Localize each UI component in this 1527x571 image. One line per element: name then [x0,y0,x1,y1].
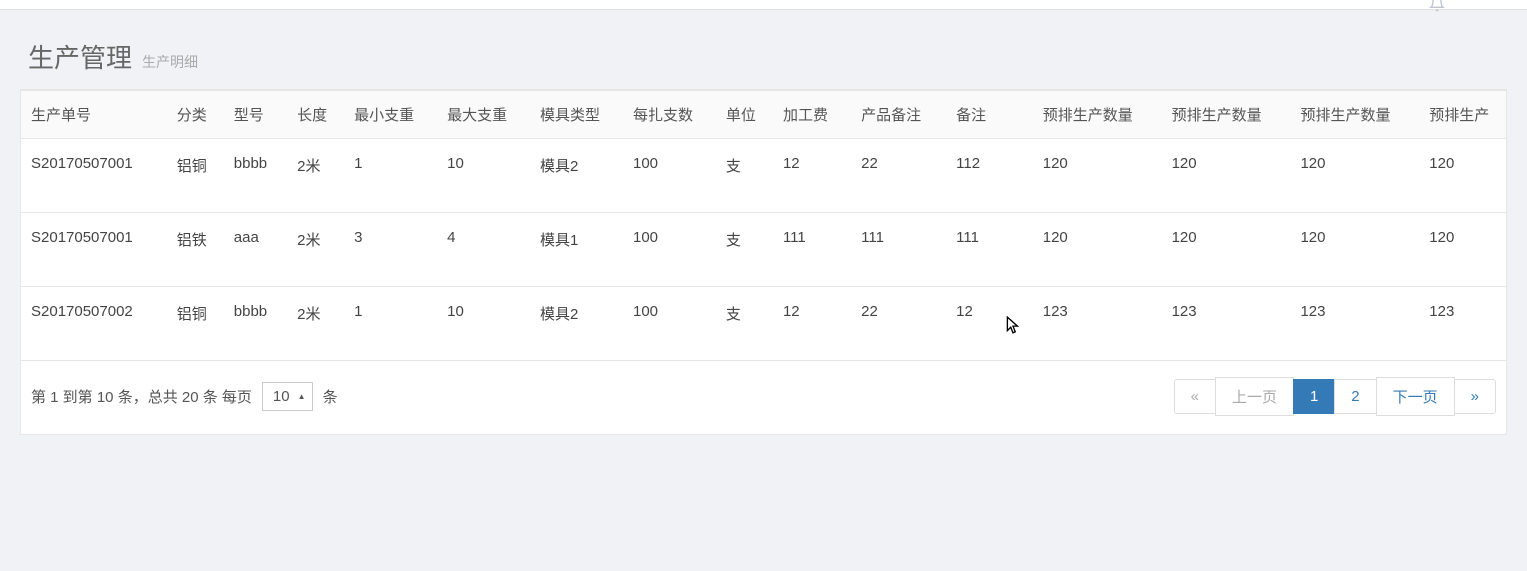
page-subtitle: 生产明细 [142,52,198,72]
table-cell: 模具1 [530,213,623,287]
table-cell: 铝铁 [167,213,224,287]
table-cell: 100 [623,139,716,213]
table-cell: 铝铜 [167,287,224,361]
table-cell: 2米 [287,139,344,213]
page-info-suffix: 条 [323,386,338,407]
table-cell: 1 [344,139,437,213]
table-cell: 2米 [287,287,344,361]
table-cell: bbbb [224,287,287,361]
column-header[interactable]: 型号 [224,91,287,139]
table-cell: 10 [437,139,530,213]
page-size-select[interactable]: 10 [262,382,313,411]
column-header[interactable]: 产品备注 [851,91,946,139]
table-cell: 支 [716,287,773,361]
table-cell: 111 [851,213,946,287]
column-header[interactable]: 最小支重 [344,91,437,139]
table-cell: bbbb [224,139,287,213]
column-header[interactable]: 每扎支数 [623,91,716,139]
column-header[interactable]: 备注 [946,91,1033,139]
page-size-value: 10 [273,388,290,405]
table-cell: 112 [946,139,1033,213]
table-cell: 111 [946,213,1033,287]
table-scroll[interactable]: 生产单号分类型号长度最小支重最大支重模具类型每扎支数单位加工费产品备注备注预排生… [21,90,1506,361]
table-cell: 120 [1290,213,1419,287]
table-cell: 120 [1290,139,1419,213]
table-cell: 4 [437,213,530,287]
table-cell: 10 [437,287,530,361]
column-header[interactable]: 长度 [287,91,344,139]
table-cell: 铝铜 [167,139,224,213]
table-cell: 123 [1290,287,1419,361]
column-header[interactable]: 预排生产数量 [1290,91,1419,139]
table-cell: 2米 [287,213,344,287]
table-cell: S20170507001 [21,213,167,287]
table-cell: 12 [773,139,851,213]
table-cell: 模具2 [530,287,623,361]
production-table: 生产单号分类型号长度最小支重最大支重模具类型每扎支数单位加工费产品备注备注预排生… [21,90,1506,361]
last-page-button[interactable]: » [1454,379,1496,414]
table-cell: 120 [1419,139,1506,213]
first-page-button[interactable]: « [1174,379,1216,414]
page-title: 生产管理 [28,38,132,75]
prev-page-button[interactable]: 上一页 [1215,377,1294,416]
table-cell: 120 [1033,139,1162,213]
table-cell: 12 [946,287,1033,361]
table-cell: 支 [716,139,773,213]
pagination: « 上一页 12下一页 » [1175,377,1496,416]
table-cell: 120 [1419,213,1506,287]
page-number-button[interactable]: 1 [1293,379,1335,414]
table-cell: S20170507001 [21,139,167,213]
column-header[interactable]: 预排生产数量 [1033,91,1162,139]
bell-icon[interactable] [1429,0,1445,17]
table-row[interactable]: S20170507002铝铜bbbb2米110模具2100支1222121231… [21,287,1506,361]
table-cell: 123 [1419,287,1506,361]
table-cell: 111 [773,213,851,287]
column-header[interactable]: 加工费 [773,91,851,139]
data-card: 生产单号分类型号长度最小支重最大支重模具类型每扎支数单位加工费产品备注备注预排生… [20,89,1507,435]
table-cell: aaa [224,213,287,287]
table-cell: 120 [1162,139,1291,213]
table-cell: 123 [1033,287,1162,361]
table-cell: 120 [1162,213,1291,287]
table-cell: 100 [623,287,716,361]
column-header[interactable]: 预排生产 [1419,91,1506,139]
column-header[interactable]: 最大支重 [437,91,530,139]
table-cell: 22 [851,287,946,361]
table-cell: S20170507002 [21,287,167,361]
table-cell: 22 [851,139,946,213]
next-page-button[interactable]: 下一页 [1376,377,1455,416]
table-footer: 第 1 到第 10 条，总共 20 条 每页 10 条 « 上一页 12下一页 … [21,361,1506,434]
column-header[interactable]: 模具类型 [530,91,623,139]
table-row[interactable]: S20170507001铝铁aaa2米34模具1100支111111111120… [21,213,1506,287]
table-cell: 1 [344,287,437,361]
table-cell: 支 [716,213,773,287]
column-header[interactable]: 预排生产数量 [1162,91,1291,139]
table-cell: 123 [1162,287,1291,361]
table-cell: 100 [623,213,716,287]
page-info-text: 第 1 到第 10 条，总共 20 条 每页 [31,386,252,407]
table-cell: 3 [344,213,437,287]
table-cell: 12 [773,287,851,361]
page-info: 第 1 到第 10 条，总共 20 条 每页 10 条 [31,382,338,411]
table-cell: 120 [1033,213,1162,287]
table-cell: 模具2 [530,139,623,213]
column-header[interactable]: 单位 [716,91,773,139]
column-header[interactable]: 分类 [167,91,224,139]
table-row[interactable]: S20170507001铝铜bbbb2米110模具2100支1222112120… [21,139,1506,213]
column-header[interactable]: 生产单号 [21,91,167,139]
page-number-button[interactable]: 2 [1334,379,1376,414]
page-header: 生产管理 生产明细 [20,10,1507,89]
